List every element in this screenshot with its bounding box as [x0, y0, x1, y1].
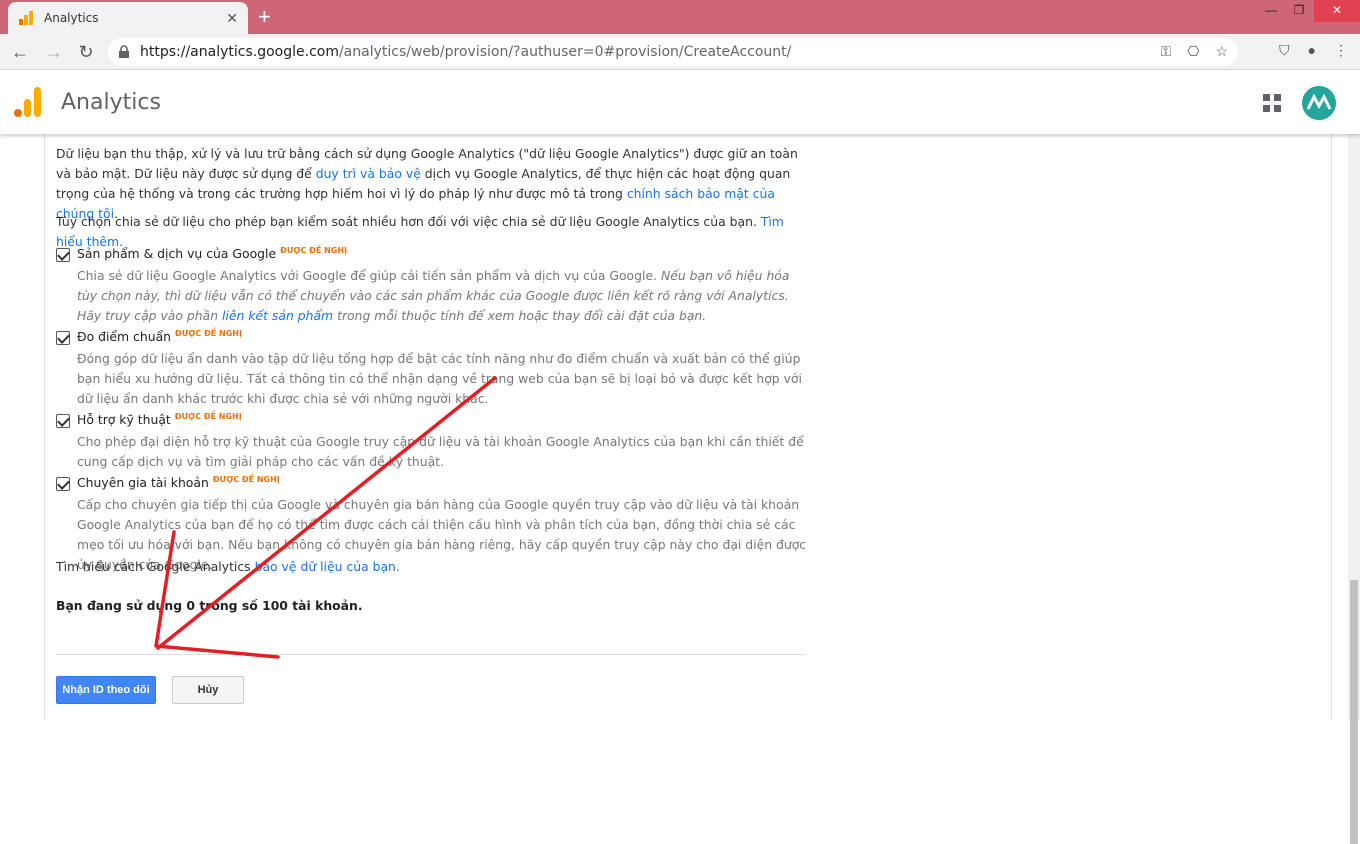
app-title: Analytics: [61, 90, 161, 115]
new-tab-icon[interactable]: +: [258, 4, 271, 30]
divider: [56, 654, 806, 655]
minimize-icon[interactable]: —: [1256, 0, 1286, 22]
lock-icon: [119, 45, 129, 58]
checkbox-benchmarking[interactable]: [56, 331, 70, 345]
maintain-protect-link[interactable]: duy trì và bảo vệ: [316, 166, 421, 181]
recommended-badge: ĐƯỢC ĐỀ NGHỊ: [174, 412, 242, 421]
product-linking-link[interactable]: liên kết sản phẩm: [222, 308, 333, 323]
option-description: Chia sẻ dữ liệu Google Analytics với Goo…: [77, 268, 790, 323]
address-bar[interactable]: https://analytics.google.com/analytics/w…: [108, 38, 1238, 66]
window-close-icon[interactable]: ✕: [1314, 0, 1360, 22]
tab-close-icon[interactable]: ✕: [226, 10, 238, 27]
scrollbar-thumb[interactable]: [1350, 580, 1358, 844]
option-label: Hỗ trợ kỹ thuật ĐƯỢC ĐỀ NGHỊ: [77, 412, 242, 427]
app-header: Analytics: [0, 70, 1360, 134]
browser-tab-bar: Analytics ✕ + — ❐ ✕: [0, 0, 1360, 34]
browser-tab[interactable]: Analytics ✕: [8, 2, 248, 34]
recommended-badge: ĐƯỢC ĐỀ NGHỊ: [175, 329, 242, 338]
menu-kebab-icon[interactable]: ⋮: [1334, 42, 1348, 59]
browser-toolbar: ← → ↻ https://analytics.google.com/analy…: [0, 34, 1360, 70]
analytics-favicon-icon: [19, 11, 33, 25]
tab-title: Analytics: [44, 11, 99, 25]
translate-icon[interactable]: ⎔: [1187, 43, 1199, 60]
forward-icon[interactable]: →: [42, 40, 66, 64]
get-tracking-id-button[interactable]: Nhận ID theo dõi: [56, 676, 156, 704]
key-icon[interactable]: ⚿: [1161, 43, 1172, 60]
checkbox-google-products[interactable]: [56, 248, 70, 262]
option-label: Sản phẩm & dịch vụ của Google ĐƯỢC ĐỀ NGH…: [77, 246, 348, 261]
analytics-logo-icon: [14, 87, 41, 117]
shield-icon[interactable]: ⛉: [1279, 42, 1290, 59]
checkbox-technical-support[interactable]: [56, 414, 70, 428]
avatar[interactable]: [1302, 86, 1336, 120]
apps-grid-icon[interactable]: [1263, 94, 1281, 112]
protect-data-text: Tìm hiểu cách Google Analytics bảo vệ dữ…: [56, 559, 400, 574]
cancel-button[interactable]: Hủy: [172, 676, 244, 704]
scrollbar[interactable]: [1348, 134, 1360, 844]
account-usage-text: Bạn đang sử dụng 0 trong số 100 tài khoả…: [56, 598, 363, 613]
recommended-badge: ĐƯỢC ĐỀ NGHỊ: [280, 246, 348, 255]
checkbox-account-specialists[interactable]: [56, 477, 70, 491]
option-label: Đo điểm chuẩn ĐƯỢC ĐỀ NGHỊ: [77, 329, 242, 344]
recommended-badge: ĐƯỢC ĐỀ NGHỊ: [212, 475, 280, 484]
reload-icon[interactable]: ↻: [74, 40, 98, 64]
maximize-icon[interactable]: ❐: [1284, 0, 1314, 22]
url-text: https://analytics.google.com/analytics/w…: [140, 44, 792, 60]
option-description: Cho phép đại diện hỗ trợ kỹ thuật của Go…: [77, 434, 804, 469]
protect-data-link[interactable]: bảo vệ dữ liệu của bạn.: [255, 559, 400, 574]
bookmark-star-icon[interactable]: ☆: [1215, 43, 1228, 60]
option-label: Chuyên gia tài khoản ĐƯỢC ĐỀ NGHỊ: [77, 475, 280, 490]
back-icon[interactable]: ←: [8, 40, 32, 64]
profile-icon[interactable]: ●: [1308, 42, 1316, 59]
option-description: Đóng góp dữ liệu ẩn danh vào tập dữ liệu…: [77, 351, 802, 406]
